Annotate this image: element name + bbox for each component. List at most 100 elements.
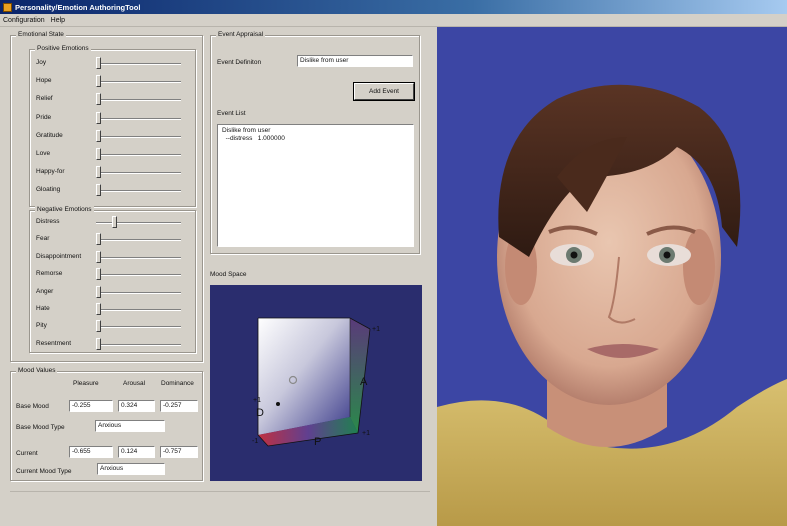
current-mood-type-label: Current Mood Type xyxy=(16,468,72,475)
negative-row-fear: Fear xyxy=(30,232,195,246)
negative-emotions-legend: Negative Emotions xyxy=(35,206,94,213)
event-list-line[interactable]: Dislike from user xyxy=(222,127,409,135)
positive-emotions-group: Positive Emotions Joy Hope Relief Pride Grat… xyxy=(29,45,196,207)
positive-slider-thumb[interactable] xyxy=(96,57,101,69)
positive-label: Gloating xyxy=(36,186,61,194)
base-mood-type-field[interactable]: Anxious xyxy=(95,420,165,432)
positive-label: Love xyxy=(36,150,51,157)
cube-front-face xyxy=(258,318,350,435)
positive-slider-thumb[interactable] xyxy=(96,148,101,160)
status-area xyxy=(10,491,430,521)
positive-slider-thumb[interactable] xyxy=(96,129,101,142)
current-mood-marker xyxy=(276,402,280,406)
base-mood-label: Base Mood xyxy=(16,403,49,410)
positive-label: Pride xyxy=(36,113,52,121)
negative-row-resentment: Resentment xyxy=(30,337,195,351)
positive-row-happy-for: Happy-for xyxy=(30,165,195,179)
positive-slider-track[interactable] xyxy=(96,135,181,138)
axis-a-label: A xyxy=(360,376,368,388)
positive-slider-track[interactable] xyxy=(96,172,181,175)
positive-label: Happy-for xyxy=(36,168,65,176)
negative-slider-thumb[interactable] xyxy=(96,233,101,246)
negative-label: Distress xyxy=(36,218,60,225)
title-bar: Personality/Emotion AuthoringTool xyxy=(0,0,787,14)
negative-label: Pity xyxy=(36,322,47,330)
current-label: Current xyxy=(16,450,38,457)
negative-label: Hate xyxy=(36,305,50,312)
current-pleasure-field[interactable]: -0.655 xyxy=(69,446,113,458)
positive-slider-track[interactable] xyxy=(96,81,181,84)
app-icon xyxy=(3,2,12,12)
negative-slider-track[interactable] xyxy=(96,291,181,294)
event-list-label: Event List xyxy=(217,110,246,117)
negative-row-hate: Hate xyxy=(30,302,195,316)
positive-slider-track[interactable] xyxy=(96,190,181,193)
positive-row-gloating: Gloating xyxy=(30,183,195,197)
negative-slider-thumb[interactable] xyxy=(112,216,117,228)
negative-slider-track[interactable] xyxy=(96,274,181,277)
base-dominance-field[interactable]: -0.257 xyxy=(160,400,198,412)
negative-slider-thumb[interactable] xyxy=(96,268,101,281)
negative-slider-track[interactable] xyxy=(96,326,181,329)
negative-emotions-group: Negative Emotions Distress Fear Disappoint… xyxy=(29,206,196,353)
add-event-button[interactable]: Add Event xyxy=(354,83,414,100)
negative-slider-track[interactable] xyxy=(96,222,181,224)
event-appraisal-group: Event Appraisal Event Definiton Dislike … xyxy=(210,31,420,254)
negative-slider-thumb[interactable] xyxy=(96,303,101,315)
negative-slider-thumb[interactable] xyxy=(96,337,101,350)
axis-plus1-top: +1 xyxy=(372,326,380,333)
event-definition-label: Event Definiton xyxy=(217,59,262,66)
negative-slider-track[interactable] xyxy=(96,256,181,259)
positive-label: Gratitude xyxy=(36,131,63,139)
axis-plus1-left: +1 xyxy=(253,397,261,404)
positive-slider-thumb[interactable] xyxy=(96,184,101,197)
negative-row-pity: Pity xyxy=(30,319,195,333)
negative-label: Fear xyxy=(36,235,50,243)
negative-row-anger: Anger xyxy=(30,285,195,299)
menu-bar: Configuration Help xyxy=(0,14,787,27)
event-appraisal-legend: Event Appraisal xyxy=(216,31,266,38)
positive-label: Joy xyxy=(36,59,47,66)
positive-slider-track[interactable] xyxy=(96,154,181,156)
current-dominance-field[interactable]: -0.757 xyxy=(160,446,198,458)
current-arousal-field[interactable]: 0.124 xyxy=(118,446,155,458)
mood-space-view[interactable]: +1 A +1 D -1 P +1 xyxy=(210,285,422,481)
base-mood-type-label: Base Mood Type xyxy=(16,424,65,431)
positive-row-pride: Pride xyxy=(30,111,195,125)
arousal-header: Arousal xyxy=(123,380,146,387)
menu-configuration[interactable]: Configuration xyxy=(0,17,48,24)
positive-row-joy: Joy xyxy=(30,56,195,70)
negative-row-distress: Distress xyxy=(30,215,195,229)
axis-p-label: P xyxy=(314,436,321,448)
negative-slider-thumb[interactable] xyxy=(96,320,101,333)
axis-minus1-bottom: -1 xyxy=(252,438,258,445)
positive-row-relief: Relief xyxy=(30,92,195,106)
current-mood-type-field[interactable]: Anxious xyxy=(97,463,165,475)
positive-slider-track[interactable] xyxy=(96,63,181,65)
positive-slider-thumb[interactable] xyxy=(96,75,101,88)
mood-values-legend: Mood Values xyxy=(16,367,58,374)
mood-values-group: Mood Values Pleasure Arousal Dominance B… xyxy=(10,367,203,481)
negative-label: Anger xyxy=(36,287,54,295)
negative-slider-track[interactable] xyxy=(96,239,181,242)
mood-space-label: Mood Space xyxy=(210,271,247,278)
base-pleasure-field[interactable]: -0.255 xyxy=(69,400,113,412)
negative-slider-track[interactable] xyxy=(96,309,181,311)
menu-help[interactable]: Help xyxy=(48,17,68,24)
base-arousal-field[interactable]: 0.324 xyxy=(118,400,155,412)
negative-row-disappointment: Disappointment xyxy=(30,250,195,264)
positive-slider-track[interactable] xyxy=(96,117,181,120)
negative-slider-thumb[interactable] xyxy=(96,250,101,263)
event-list-line[interactable]: --distress 1.000000 xyxy=(222,135,409,143)
positive-slider-thumb[interactable] xyxy=(96,111,101,124)
positive-slider-thumb[interactable] xyxy=(96,166,101,179)
character-render-view[interactable] xyxy=(437,27,787,526)
negative-slider-thumb[interactable] xyxy=(96,285,101,298)
event-definition-field[interactable]: Dislike from user xyxy=(297,55,413,67)
window-title: Personality/Emotion AuthoringTool xyxy=(15,2,141,12)
event-list[interactable]: Dislike from user --distress 1.000000 xyxy=(217,124,414,247)
positive-slider-thumb[interactable] xyxy=(96,93,101,106)
axis-plus1-right: +1 xyxy=(362,430,370,437)
negative-slider-track[interactable] xyxy=(96,343,181,346)
positive-slider-track[interactable] xyxy=(96,99,181,102)
